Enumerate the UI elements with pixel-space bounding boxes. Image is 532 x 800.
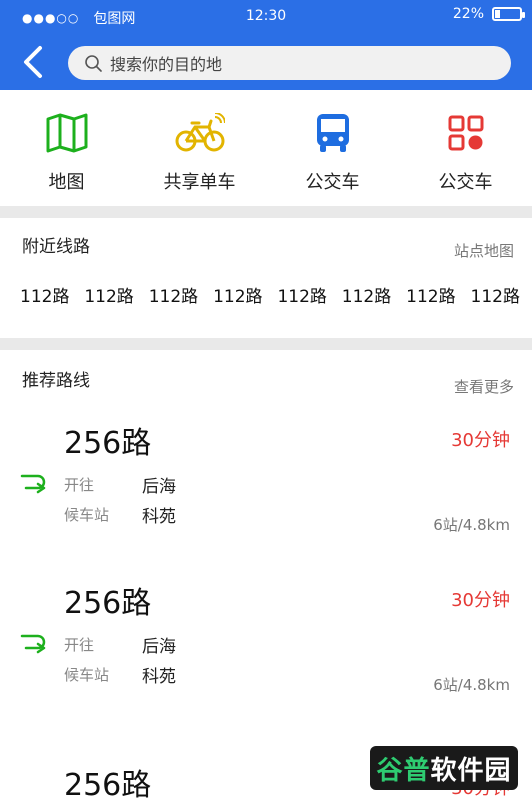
toward-value: 后海: [142, 477, 176, 497]
shortcut-bus-grid[interactable]: 公交车: [406, 92, 526, 194]
nearby-title: 附近线路: [22, 237, 90, 257]
nearby-route-chip[interactable]: 112路: [20, 282, 69, 307]
section-divider: [0, 206, 532, 218]
shortcut-label: 公交车: [305, 172, 360, 193]
recommended-title: 推荐路线: [22, 371, 90, 391]
nearby-route-chip[interactable]: 112路: [84, 282, 133, 307]
shortcut-map[interactable]: 地图: [7, 92, 127, 194]
battery-icon: [492, 7, 525, 21]
status-right: 22%: [452, 6, 525, 22]
shortcut-bus[interactable]: 公交车: [273, 92, 393, 194]
route-card[interactable]: 256路 30分钟 开往 后海 候车站 科苑 6站/4.8km: [0, 578, 532, 728]
station-map-link[interactable]: 站点地图: [454, 240, 514, 261]
search-placeholder: 搜索你的目的地: [110, 55, 223, 74]
view-more-link[interactable]: 查看更多: [454, 376, 514, 397]
battery-fill: [495, 10, 501, 18]
nearby-route-chip[interactable]: 112路: [277, 282, 326, 307]
map-icon: [46, 113, 87, 153]
watermark-logo: 谷普 软件园: [370, 746, 518, 790]
nearby-route-chip[interactable]: 112路: [149, 282, 198, 307]
nearby-route-chip[interactable]: 112路: [213, 282, 262, 307]
toward-value: 后海: [142, 637, 176, 657]
shortcut-label: 公交车: [438, 172, 493, 193]
nearby-route-chip[interactable]: 112路: [406, 282, 455, 307]
route-name: 256路: [64, 586, 152, 621]
search-bar[interactable]: 搜索你的目的地: [68, 46, 511, 80]
bus-icon: [316, 114, 349, 152]
back-button[interactable]: [18, 44, 50, 80]
station-value: 科苑: [142, 667, 176, 687]
nearby-route-list: 112路 112路 112路 112路 112路 112路 112路 112路: [20, 282, 520, 307]
route-name: 256路: [64, 768, 152, 800]
route-distance: 6站/4.8km: [433, 676, 510, 694]
route-time: 30分钟: [451, 590, 510, 611]
nav-bar: 搜索你的目的地: [0, 34, 532, 90]
shortcut-label: 共享单车: [163, 172, 236, 193]
toward-label: 开往: [64, 636, 95, 654]
status-bar: ●●●○○ 包图网 12:30 22%: [0, 0, 532, 34]
nearby-route-chip[interactable]: 112路: [471, 282, 520, 307]
shortcut-shared-bike[interactable]: 共享单车: [140, 92, 260, 194]
route-name: 256路: [64, 426, 152, 461]
shortcut-row: 地图 共享单车 公交车 公交车: [0, 92, 532, 204]
bike-icon: [175, 113, 225, 152]
toward-label: 开往: [64, 476, 95, 494]
search-icon: [85, 55, 102, 72]
route-card[interactable]: 256路 30分钟 开往 后海 候车站 科苑 6站/4.8km: [0, 418, 532, 568]
station-label: 候车站: [64, 506, 110, 524]
section-divider: [0, 338, 532, 350]
route-direction-icon: [20, 474, 46, 494]
grid-icon: [448, 115, 483, 151]
nearby-route-chip[interactable]: 112路: [342, 282, 391, 307]
station-value: 科苑: [142, 507, 176, 527]
station-label: 候车站: [64, 666, 110, 684]
route-direction-icon: [20, 634, 46, 654]
watermark-text: 谷普: [376, 755, 431, 786]
route-time: 30分钟: [451, 430, 510, 451]
chevron-left-icon: [24, 46, 42, 78]
watermark-text: 软件园: [430, 755, 512, 786]
shortcut-label: 地图: [48, 172, 85, 193]
battery-percent: 22%: [452, 6, 484, 22]
route-distance: 6站/4.8km: [433, 516, 510, 534]
